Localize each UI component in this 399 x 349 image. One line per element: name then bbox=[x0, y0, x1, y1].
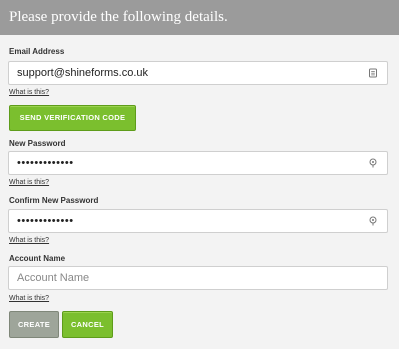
email-field[interactable] bbox=[8, 61, 388, 85]
email-label: Email Address bbox=[9, 47, 65, 56]
account-name-help-link[interactable]: What is this? bbox=[9, 295, 49, 302]
confirm-password-help-link[interactable]: What is this? bbox=[9, 237, 49, 244]
key-icon[interactable] bbox=[368, 158, 378, 168]
account-name-label: Account Name bbox=[9, 254, 66, 263]
create-button[interactable]: CREATE bbox=[9, 311, 59, 338]
key-icon[interactable] bbox=[368, 216, 378, 226]
contact-card-icon[interactable] bbox=[368, 68, 378, 78]
email-input[interactable] bbox=[17, 62, 367, 84]
new-password-input[interactable] bbox=[17, 152, 367, 174]
new-password-help-link[interactable]: What is this? bbox=[9, 179, 49, 186]
send-verification-code-button[interactable]: SEND VERIFICATION CODE bbox=[9, 105, 136, 131]
new-password-label: New Password bbox=[9, 139, 66, 148]
confirm-password-input[interactable] bbox=[17, 210, 367, 232]
page-header: Please provide the following details. bbox=[0, 0, 399, 35]
confirm-password-field[interactable] bbox=[8, 209, 388, 233]
cancel-button[interactable]: CANCEL bbox=[62, 311, 113, 338]
confirm-password-label: Confirm New Password bbox=[9, 196, 99, 205]
account-name-field[interactable] bbox=[8, 266, 388, 290]
email-help-link[interactable]: What is this? bbox=[9, 89, 49, 96]
new-password-field[interactable] bbox=[8, 151, 388, 175]
page-title: Please provide the following details. bbox=[9, 9, 228, 25]
account-name-input[interactable] bbox=[17, 267, 367, 289]
